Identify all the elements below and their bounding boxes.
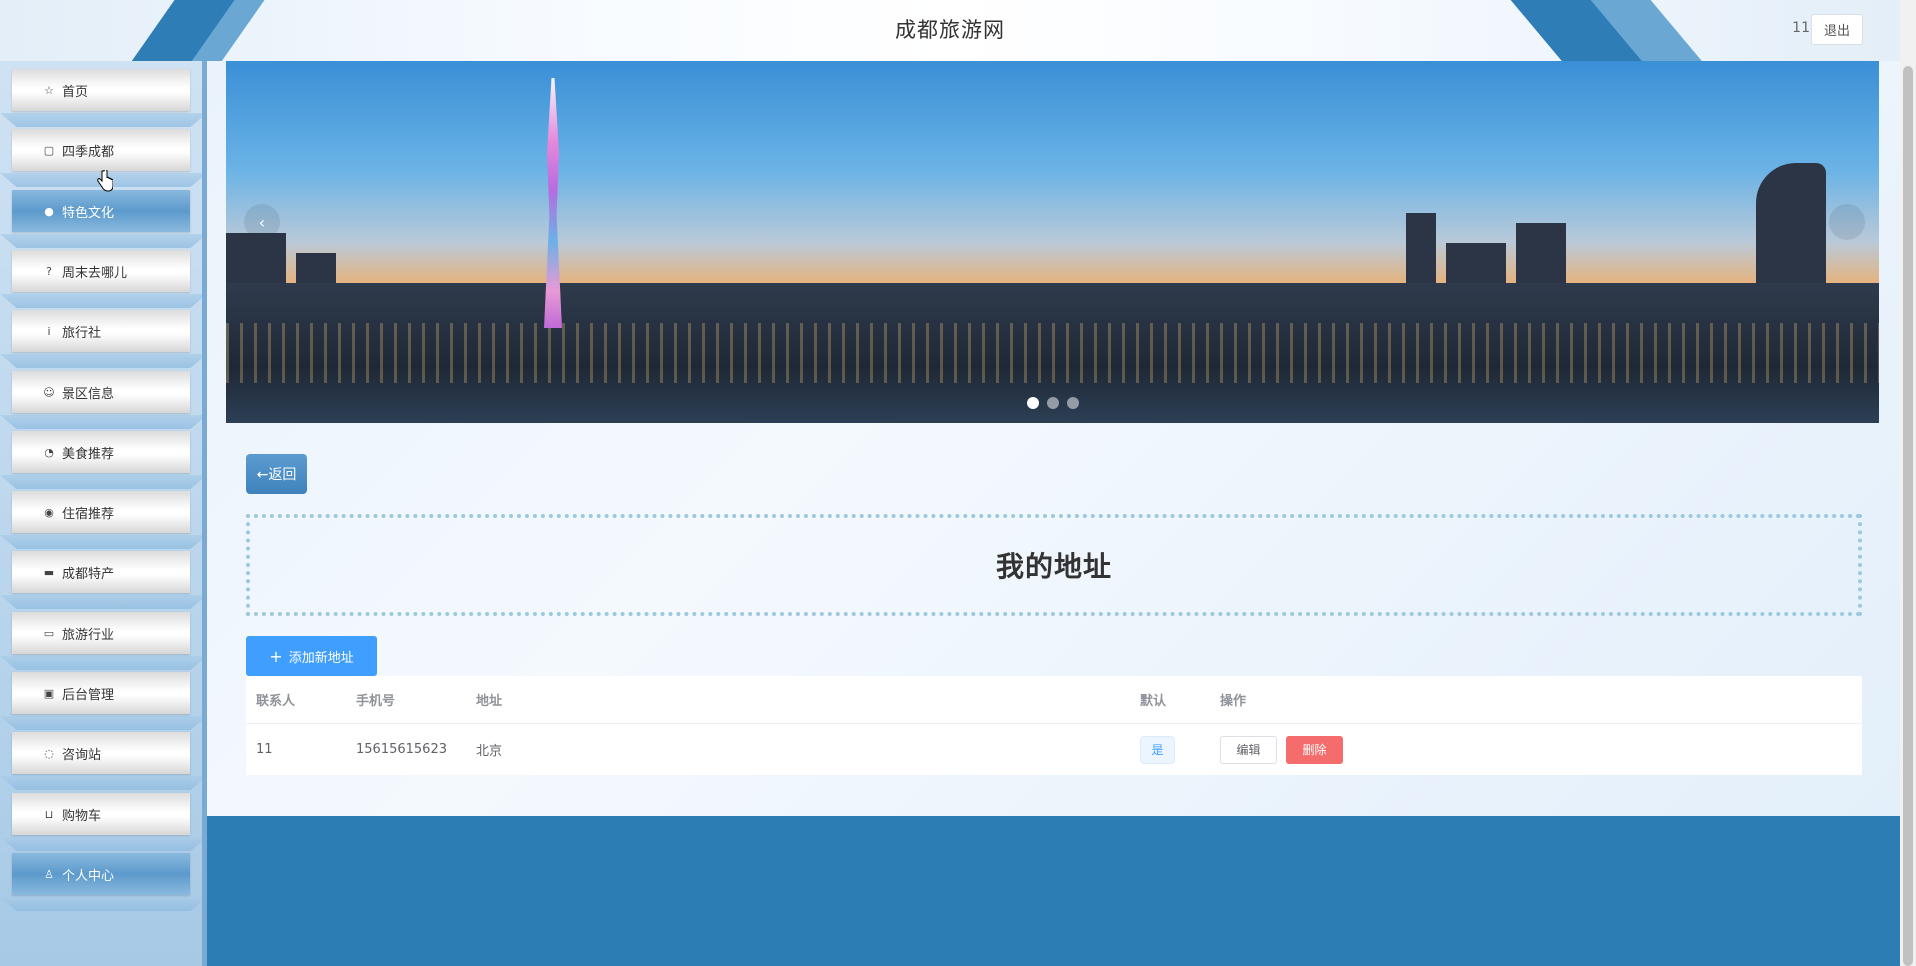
sidebar-item-2[interactable]: ● 特色文化 <box>12 190 190 232</box>
sidebar-item-label: 特色文化 <box>62 205 115 221</box>
star-icon: ☆ <box>44 83 54 97</box>
sidebar-divider <box>0 535 207 549</box>
add-address-button[interactable]: + 添加新地址 <box>246 636 377 676</box>
sidebar-item-label: 后台管理 <box>62 687 115 703</box>
sidebar-item-8[interactable]: ▬ 成都特产 <box>12 551 190 593</box>
column-header-phone: 手机号 <box>356 694 396 709</box>
sidebar-item-3[interactable]: ? 周末去哪儿 <box>12 250 190 292</box>
sidebar-item-label: 咨询站 <box>62 747 102 763</box>
sidebar-item-5[interactable]: ☺ 景区信息 <box>12 371 190 413</box>
user-icon: ♙ <box>44 867 54 881</box>
sidebar-item-0[interactable]: ☆ 首页 <box>12 69 190 111</box>
username: 11 <box>1792 20 1810 36</box>
sidebar-item-6[interactable]: ◔ 美食推荐 <box>12 431 190 473</box>
sidebar-divider <box>0 656 207 670</box>
folder-icon: ▭ <box>43 626 55 640</box>
scrollbar-thumb[interactable] <box>1903 66 1913 966</box>
back-button[interactable]: ←返回 <box>246 454 307 494</box>
cell-phone: 15615615623 <box>356 742 447 757</box>
sidebar-item-label: 首页 <box>62 84 89 100</box>
carousel-next-button[interactable] <box>1829 204 1865 240</box>
sidebar-item-label: 成都特产 <box>62 566 115 582</box>
sidebar-item-12[interactable]: ⊔ 购物车 <box>12 793 190 835</box>
cell-address: 北京 <box>476 744 503 759</box>
sidebar-divider <box>0 837 207 851</box>
cart-icon: ⊔ <box>44 807 54 821</box>
delete-button[interactable]: 删除 <box>1286 735 1343 764</box>
top-header: 成都旅游网 11 退出 <box>0 0 1900 61</box>
main-content: ‹ ←返回 我的地址 + 添加新地址 联系人 手机号 地址 默认 操作 11 1… <box>207 61 1900 816</box>
sidebar-item-9[interactable]: ▭ 旅游行业 <box>12 612 190 654</box>
plus-icon: + <box>269 646 283 666</box>
sidebar-divider <box>0 595 207 609</box>
banner-lights <box>226 323 1879 383</box>
sidebar-divider <box>0 294 207 308</box>
sidebar-divider <box>0 776 207 790</box>
sidebar-item-label: 四季成都 <box>62 144 115 160</box>
sidebar-item-11[interactable]: ◌ 咨询站 <box>12 732 190 774</box>
sidebar-divider <box>0 475 207 489</box>
sidebar-divider <box>0 234 207 248</box>
default-badge: 是 <box>1140 735 1175 764</box>
sidebar-item-label: 景区信息 <box>62 386 115 402</box>
column-header-default: 默认 <box>1140 694 1167 709</box>
headset-icon: ◌ <box>44 746 54 760</box>
address-table: 联系人 手机号 地址 默认 操作 11 15615615623 北京 是 编辑 … <box>246 676 1862 775</box>
sunrise-icon: ◔ <box>44 445 54 459</box>
page-title: 我的地址 <box>995 550 1112 583</box>
sidebar-divider <box>0 354 207 368</box>
table-header: 联系人 手机号 地址 默认 操作 <box>246 676 1862 724</box>
info-circle-icon: ● <box>44 204 54 218</box>
sidebar-divider <box>0 716 207 730</box>
sidebar-item-label: 个人中心 <box>62 868 115 884</box>
sidebar-divider <box>0 897 207 911</box>
title-box: 我的地址 <box>246 514 1862 616</box>
sidebar-divider <box>0 113 207 127</box>
sidebar: ☆ 首页 ▢ 四季成都 ● 特色文化? 周末去哪儿 i 旅行社 ☺ 景区信息 ◔ 美食推荐 ◉ 住宿推荐 ▬ 成… <box>0 61 207 966</box>
smile-icon: ☺ <box>43 385 55 399</box>
question-circle-icon: ? <box>46 264 52 278</box>
bag-icon: ▢ <box>43 143 55 157</box>
carousel-indicators <box>1027 397 1079 409</box>
page-scrollbar[interactable] <box>1900 0 1916 966</box>
column-header-actions: 操作 <box>1220 694 1247 709</box>
sidebar-item-label: 旅游行业 <box>62 627 115 643</box>
sidebar-item-label: 旅行社 <box>62 325 102 341</box>
sidebar-item-label: 购物车 <box>62 808 102 824</box>
edit-button[interactable]: 编辑 <box>1220 735 1277 764</box>
banner-carousel: ‹ <box>226 61 1879 423</box>
car-icon: ▬ <box>43 565 55 579</box>
sidebar-item-13[interactable]: ♙ 个人中心 <box>12 853 190 895</box>
add-address-label: 添加新地址 <box>288 650 354 666</box>
cell-contact: 11 <box>256 742 273 757</box>
sidebar-item-label: 周末去哪儿 <box>62 265 128 281</box>
sidebar-divider <box>0 415 207 429</box>
sidebar-item-1[interactable]: ▢ 四季成都 <box>12 129 190 171</box>
briefcase-icon: ▣ <box>43 686 55 700</box>
sidebar-item-7[interactable]: ◉ 住宿推荐 <box>12 491 190 533</box>
chevron-left-icon: ‹ <box>258 212 266 232</box>
column-header-address: 地址 <box>476 694 503 709</box>
info-icon: i <box>47 324 51 338</box>
sidebar-item-label: 住宿推荐 <box>62 506 115 522</box>
carousel-prev-button[interactable]: ‹ <box>244 204 280 240</box>
column-header-contact: 联系人 <box>256 694 296 709</box>
camera-icon: ◉ <box>44 505 54 519</box>
carousel-dot[interactable] <box>1067 397 1079 409</box>
carousel-dot[interactable] <box>1047 397 1059 409</box>
sidebar-item-10[interactable]: ▣ 后台管理 <box>12 672 190 714</box>
sidebar-item-4[interactable]: i 旅行社 <box>12 310 190 352</box>
hand-cursor-icon <box>97 170 113 192</box>
logout-button[interactable]: 退出 <box>1811 14 1863 45</box>
table-row: 11 15615615623 北京 是 编辑 删除 <box>246 724 1862 775</box>
carousel-dot[interactable] <box>1027 397 1039 409</box>
sidebar-item-label: 美食推荐 <box>62 446 115 462</box>
site-title: 成都旅游网 <box>895 18 1005 42</box>
